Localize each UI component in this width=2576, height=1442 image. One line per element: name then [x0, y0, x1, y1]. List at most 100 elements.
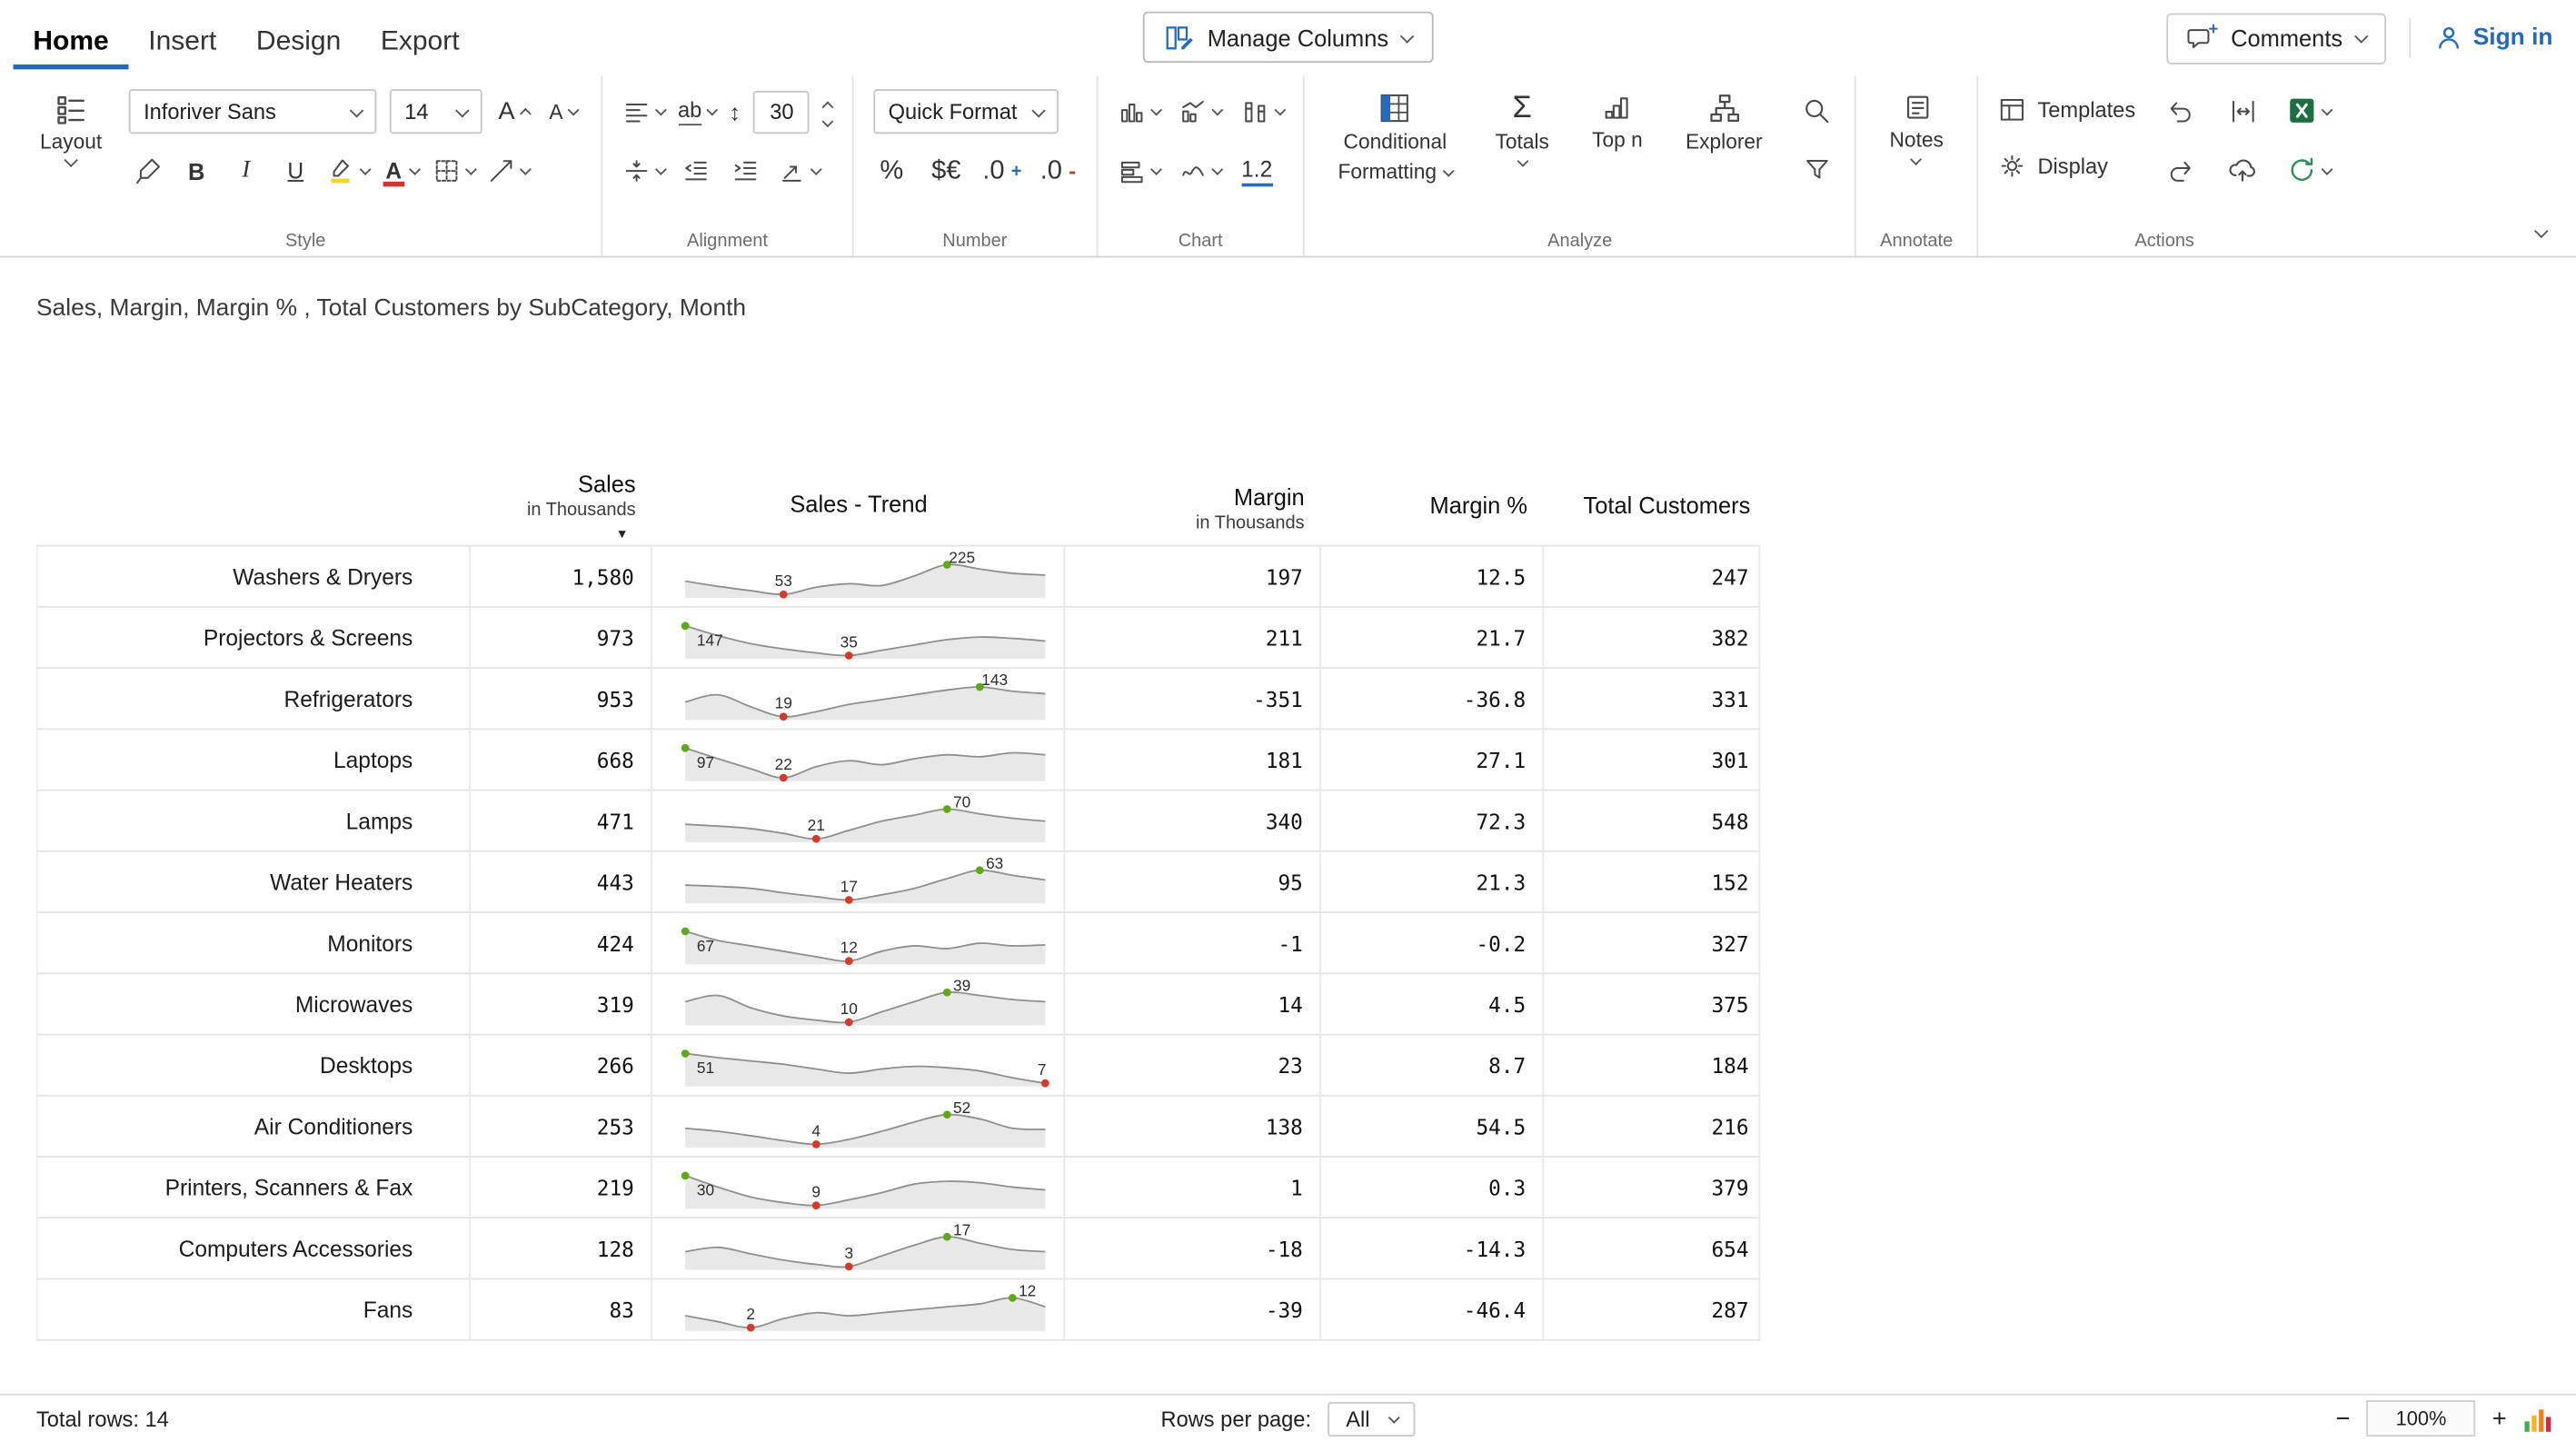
decrease-decimal-button[interactable]: .0- — [1039, 149, 1076, 192]
row-height-input[interactable]: 30 — [754, 90, 811, 133]
margin-pct-cell[interactable]: 12.5 — [1321, 547, 1544, 606]
sales-cell[interactable]: 973 — [471, 608, 652, 667]
margin-cell[interactable]: 181 — [1065, 730, 1321, 789]
shrink-font-button[interactable]: A — [545, 90, 582, 133]
rows-per-page-select[interactable]: All — [1328, 1401, 1415, 1436]
row-label-cell[interactable]: Computers Accessories — [36, 1218, 471, 1278]
totals-button[interactable]: Σ Totals — [1482, 89, 1562, 164]
column-header-margin-pct[interactable]: Margin % — [1321, 492, 1544, 545]
layout-button[interactable]: Layout — [30, 89, 113, 165]
underline-button[interactable]: U — [277, 149, 313, 192]
sales-trend-cell[interactable]: 1763 — [652, 852, 1065, 911]
sales-trend-cell[interactable]: 930 — [652, 1158, 1065, 1217]
refresh-button[interactable] — [2287, 149, 2331, 192]
margin-pct-cell[interactable]: 4.5 — [1321, 974, 1544, 1033]
display-button[interactable]: Display — [1998, 145, 2135, 185]
sparkline-button[interactable] — [1179, 149, 1221, 192]
margin-cell[interactable]: 1 — [1065, 1158, 1321, 1217]
stacked-chart-button[interactable] — [1241, 90, 1283, 133]
column-header-margin[interactable]: Margin in Thousands — [1065, 483, 1321, 544]
horizontal-align-button[interactable] — [622, 90, 664, 133]
sales-trend-cell[interactable]: 1039 — [652, 974, 1065, 1033]
bold-button[interactable]: B — [178, 149, 214, 192]
templates-button[interactable]: Templates — [1998, 89, 2135, 129]
customers-cell[interactable]: 247 — [1544, 547, 1760, 606]
sales-trend-cell[interactable]: 19143 — [652, 669, 1065, 728]
margin-cell[interactable]: -18 — [1065, 1218, 1321, 1278]
table-row[interactable]: Lamps471217034072.3548 — [36, 791, 1760, 851]
customers-cell[interactable]: 327 — [1544, 913, 1760, 972]
font-color-button[interactable]: A — [383, 149, 419, 192]
conditional-formatting-button[interactable]: Conditional Formatting — [1325, 89, 1466, 184]
sales-trend-cell[interactable]: 1267 — [652, 913, 1065, 972]
column-header-sales-trend[interactable]: Sales - Trend — [652, 491, 1065, 545]
margin-cell[interactable]: -351 — [1065, 669, 1321, 728]
redo-button[interactable] — [2162, 149, 2198, 192]
sales-cell[interactable]: 219 — [471, 1158, 652, 1217]
quick-format-select[interactable]: Quick Format — [873, 89, 1059, 134]
customers-cell[interactable]: 548 — [1544, 791, 1760, 850]
format-painter-button[interactable] — [129, 149, 165, 192]
sales-trend-cell[interactable]: 212 — [652, 1279, 1065, 1338]
filter-button[interactable] — [1799, 147, 1835, 190]
wrap-text-button[interactable]: ab — [678, 90, 716, 133]
diagonal-border-button[interactable] — [488, 149, 530, 192]
row-label-cell[interactable]: Printers, Scanners & Fax — [36, 1158, 471, 1217]
manage-columns-button[interactable]: Manage Columns — [1143, 12, 1433, 63]
grow-font-button[interactable]: A — [495, 90, 532, 133]
column-width-button[interactable] — [2224, 89, 2261, 132]
sales-cell[interactable]: 471 — [471, 791, 652, 850]
margin-pct-cell[interactable]: 72.3 — [1321, 791, 1544, 850]
font-size-select[interactable]: 14 — [390, 89, 482, 134]
sales-cell[interactable]: 319 — [471, 974, 652, 1033]
row-label-cell[interactable]: Monitors — [36, 913, 471, 972]
zoom-in-button[interactable]: + — [2492, 1405, 2507, 1433]
search-button[interactable] — [1799, 89, 1835, 132]
customers-cell[interactable]: 216 — [1544, 1097, 1760, 1156]
column-header-sales[interactable]: Sales in Thousands ▾ — [471, 471, 652, 545]
sales-cell[interactable]: 128 — [471, 1218, 652, 1278]
sales-trend-cell[interactable]: 2297 — [652, 730, 1065, 789]
sales-cell[interactable]: 424 — [471, 913, 652, 972]
table-row[interactable]: Refrigerators95319143-351-36.8331 — [36, 669, 1760, 730]
sales-cell[interactable]: 668 — [471, 730, 652, 789]
row-label-cell[interactable]: Lamps — [36, 791, 471, 850]
sales-cell[interactable]: 266 — [471, 1035, 652, 1094]
tab-insert[interactable]: Insert — [128, 7, 236, 68]
zoom-level[interactable]: 100% — [2367, 1400, 2476, 1437]
combo-chart-button[interactable] — [1179, 90, 1221, 133]
customers-cell[interactable]: 152 — [1544, 852, 1760, 911]
zoom-out-button[interactable]: − — [2336, 1405, 2351, 1433]
row-label-cell[interactable]: Microwaves — [36, 974, 471, 1033]
table-row[interactable]: Laptops668229718127.1301 — [36, 730, 1760, 791]
increase-decimal-button[interactable]: .0+ — [982, 149, 1021, 192]
margin-pct-cell[interactable]: 8.7 — [1321, 1035, 1544, 1094]
font-family-select[interactable]: Inforiver Sans — [129, 89, 377, 134]
row-label-cell[interactable]: Projectors & Screens — [36, 608, 471, 667]
customers-cell[interactable]: 379 — [1544, 1158, 1760, 1217]
percent-format-button[interactable]: % — [873, 149, 910, 192]
decimal-places-button[interactable]: 1.2 — [1241, 156, 1272, 186]
margin-cell[interactable]: -1 — [1065, 913, 1321, 972]
highlight-color-button[interactable] — [327, 149, 369, 192]
margin-cell[interactable]: 95 — [1065, 852, 1321, 911]
customers-cell[interactable]: 654 — [1544, 1218, 1760, 1278]
margin-pct-cell[interactable]: -0.2 — [1321, 913, 1544, 972]
decrease-indent-button[interactable] — [678, 149, 714, 192]
top-n-button[interactable]: Top n — [1579, 89, 1656, 152]
table-row[interactable]: Microwaves3191039144.5375 — [36, 974, 1760, 1035]
table-row[interactable]: Desktops266751238.7184 — [36, 1035, 1760, 1096]
table-row[interactable]: Projectors & Screens9733514721121.7382 — [36, 608, 1760, 669]
sales-trend-cell[interactable]: 317 — [652, 1218, 1065, 1278]
table-row[interactable]: Washers & Dryers1,5805322519712.5247 — [36, 547, 1760, 608]
customers-cell[interactable]: 375 — [1544, 974, 1760, 1033]
export-excel-button[interactable] — [2287, 89, 2331, 132]
tab-home[interactable]: Home — [14, 7, 129, 68]
text-rotate-button[interactable] — [777, 149, 819, 192]
currency-format-button[interactable]: $€ — [928, 149, 964, 192]
customers-cell[interactable]: 184 — [1544, 1035, 1760, 1094]
customers-cell[interactable]: 287 — [1544, 1279, 1760, 1338]
table-row[interactable]: Monitors4241267-1-0.2327 — [36, 913, 1760, 974]
row-label-cell[interactable]: Fans — [36, 1279, 471, 1338]
margin-pct-cell[interactable]: -14.3 — [1321, 1218, 1544, 1278]
